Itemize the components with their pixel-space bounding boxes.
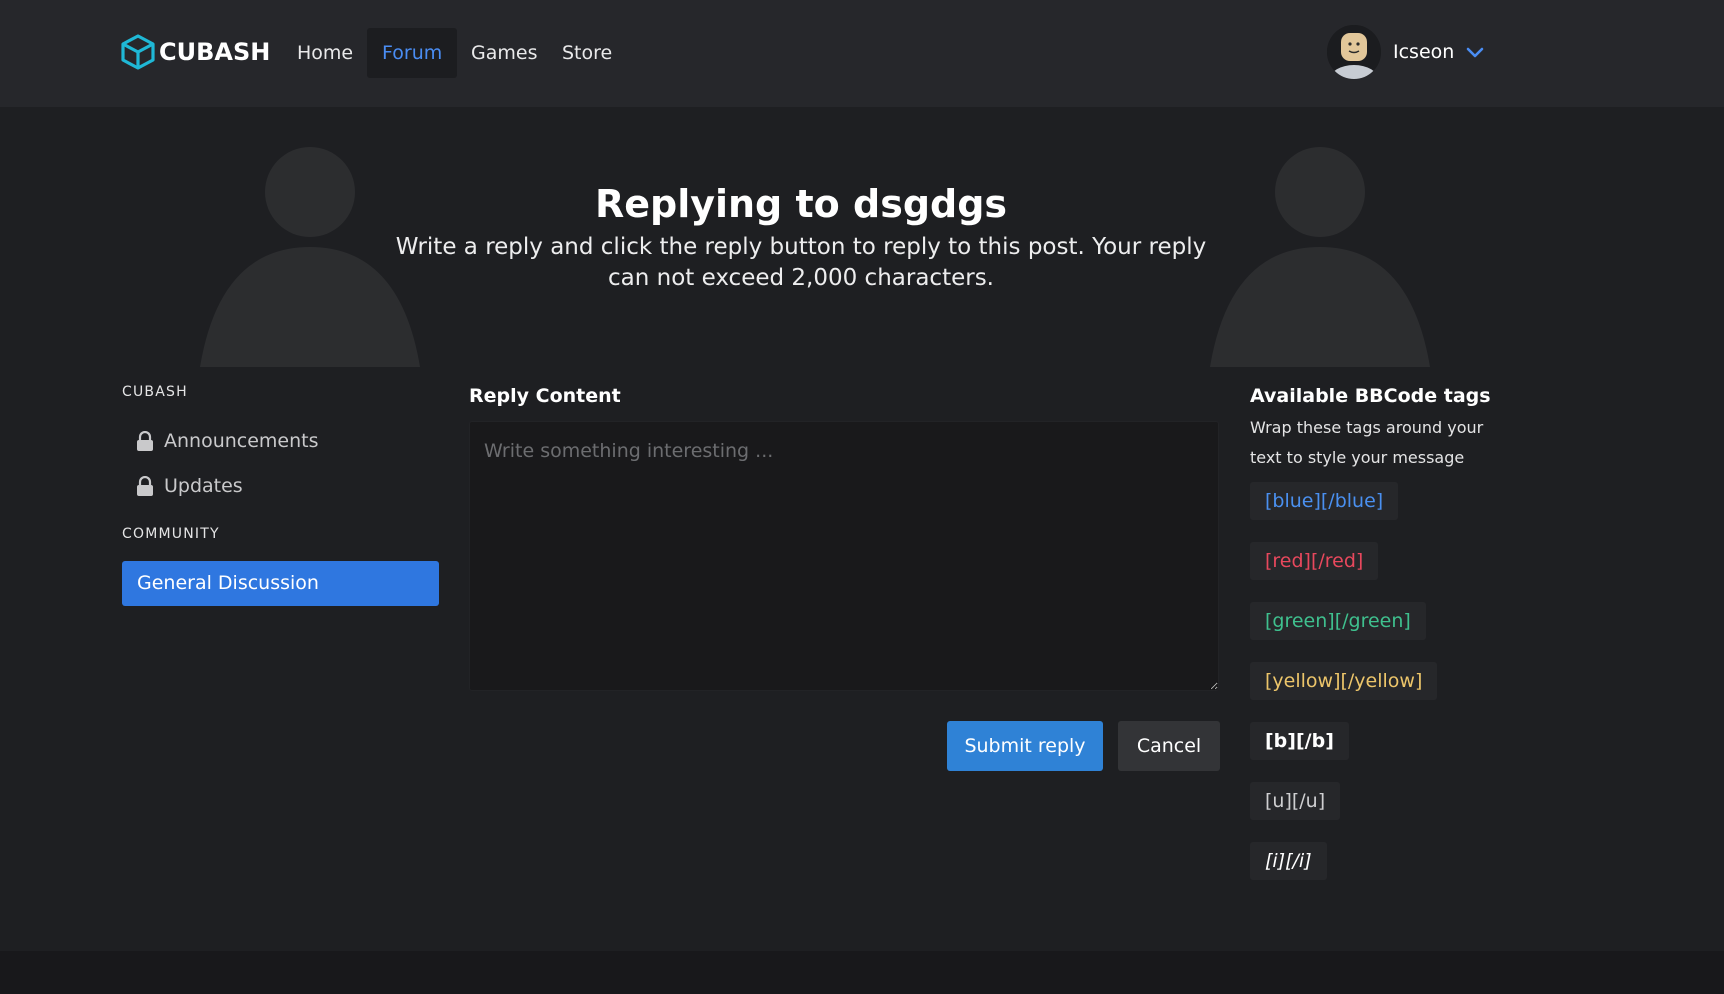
chevron-down-icon	[1467, 47, 1484, 58]
sidebar-item-label: Announcements	[164, 430, 319, 452]
bbcode-tag-yellow: [yellow][/yellow]	[1250, 662, 1438, 700]
bbcode-tag-red: [red][/red]	[1250, 542, 1379, 580]
nav-forum[interactable]: Forum	[367, 28, 458, 78]
hero-silhouette-left	[200, 147, 420, 367]
reply-textarea[interactable]	[469, 421, 1219, 691]
sidebar-heading-cubash: CUBASH	[122, 384, 188, 400]
nav-store[interactable]: Store	[547, 28, 627, 78]
page-subtitle: Write a reply and click the reply button…	[395, 234, 1207, 291]
avatar	[1327, 25, 1381, 79]
brand-name: CUBASH	[159, 38, 271, 66]
footer	[0, 951, 1724, 994]
bbcode-tag-underline: [u][/u]	[1250, 782, 1341, 820]
nav-home[interactable]: Home	[282, 28, 368, 78]
bbcode-tag-italic: [i][/i]	[1250, 842, 1327, 880]
page-hero: Replying to dsgdgs Write a reply and cli…	[0, 107, 1724, 367]
lock-icon	[137, 431, 153, 451]
top-navbar: CUBASH Home Forum Games Store Icseon	[0, 0, 1724, 107]
hero-silhouette-right	[1210, 147, 1430, 367]
cube-logo-icon	[121, 34, 155, 70]
cancel-button[interactable]: Cancel	[1118, 721, 1220, 771]
bbcode-tag-green: [green][/green]	[1250, 602, 1426, 640]
bbcode-title: Available BBCode tags	[1250, 385, 1491, 407]
sidebar-item-updates[interactable]: Updates	[136, 475, 243, 497]
sidebar-item-label: Updates	[164, 475, 243, 497]
bbcode-description: Wrap these tags around your text to styl…	[1250, 418, 1484, 467]
page-title: Replying to dsgdgs	[594, 182, 1008, 226]
reply-content-label: Reply Content	[469, 385, 621, 407]
submit-reply-button[interactable]: Submit reply	[947, 721, 1103, 771]
bbcode-tag-blue: [blue][/blue]	[1250, 482, 1399, 520]
sidebar-item-announcements[interactable]: Announcements	[136, 430, 319, 452]
bbcode-tag-bold: [b][/b]	[1250, 722, 1349, 760]
nav-games[interactable]: Games	[456, 28, 552, 78]
brand-logo[interactable]: CUBASH	[121, 34, 270, 70]
username: Icseon	[1393, 41, 1455, 63]
user-menu[interactable]: Icseon	[1327, 25, 1484, 79]
lock-icon	[137, 476, 153, 496]
avatar-face-icon	[1327, 25, 1381, 79]
sidebar-item-general-discussion[interactable]: General Discussion	[122, 561, 439, 606]
sidebar-heading-community: COMMUNITY	[122, 526, 220, 542]
